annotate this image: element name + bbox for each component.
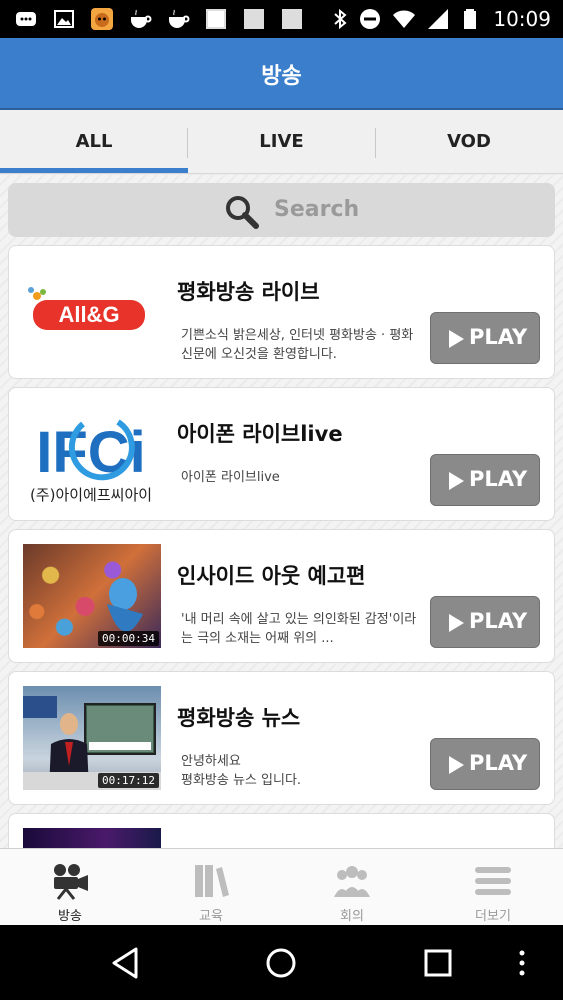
play-icon	[449, 330, 464, 348]
nav-meeting[interactable]: 회의	[282, 849, 422, 926]
app-header: 방송	[0, 38, 563, 110]
bottom-nav: 방송 교육 회의 더보기	[0, 848, 563, 925]
list-item[interactable]: All&G 평화방송 라이브 기쁜소식 밝은세상, 인터넷 평화방송 · 평화신…	[8, 245, 555, 379]
tab-live[interactable]: LIVE	[188, 110, 375, 174]
tab-all[interactable]: ALL	[0, 110, 188, 174]
video-thumbnail	[23, 828, 161, 848]
back-icon[interactable]	[106, 945, 146, 981]
image-notification-icon	[54, 10, 74, 28]
list-item[interactable]	[8, 813, 555, 848]
active-tab-indicator	[0, 168, 188, 173]
play-button[interactable]: PLAY	[430, 312, 540, 364]
battery-icon	[464, 9, 476, 29]
nav-broadcast[interactable]: 방송	[0, 849, 140, 926]
nav-label: 더보기	[475, 909, 511, 924]
image-notification-icon	[244, 9, 264, 29]
nav-education[interactable]: 교육	[141, 849, 281, 926]
play-button-label: PLAY	[469, 325, 528, 349]
video-duration: 00:00:34	[98, 631, 159, 646]
cup-notification-icon	[131, 9, 152, 28]
play-icon	[449, 756, 464, 774]
camera-icon	[54, 864, 88, 900]
video-duration: 00:17:12	[98, 773, 159, 788]
do-not-disturb-icon	[360, 9, 380, 29]
monkey-app-icon	[91, 8, 113, 30]
chat-notification-icon	[16, 12, 36, 26]
play-button[interactable]: PLAY	[430, 738, 540, 790]
signal-icon	[428, 9, 448, 29]
menu-icon	[475, 867, 511, 895]
people-icon	[334, 866, 370, 897]
broadcast-list[interactable]: Search All&G 평화방송 라이브 기쁜소식 밝은세상, 인터넷 평화방…	[0, 175, 563, 848]
system-nav-bar	[0, 925, 563, 1000]
svg-text:All&G: All&G	[58, 302, 119, 327]
recents-icon[interactable]	[418, 945, 458, 981]
image-notification-icon	[206, 9, 226, 29]
tab-bar: ALL LIVE VOD	[0, 110, 563, 174]
cup-notification-icon	[169, 9, 190, 28]
item-title: 인사이드 아웃 예고편	[177, 564, 366, 588]
nav-more[interactable]: 더보기	[423, 849, 563, 926]
status-bar: 10:09	[0, 0, 563, 38]
play-button-label: PLAY	[469, 751, 528, 775]
item-title: 평화방송 뉴스	[177, 706, 301, 730]
video-thumbnail: 00:00:34	[23, 544, 161, 648]
home-icon[interactable]	[261, 945, 301, 981]
list-item[interactable]: 00:17:12 평화방송 뉴스 안녕하세요 평화방송 뉴스 입니다. PLAY	[8, 671, 555, 805]
item-description: '내 머리 속에 살고 있는 의인화된 감정'이라는 극의 소재는 어째 위의 …	[181, 612, 417, 646]
play-icon	[449, 472, 464, 490]
channel-logo: All&G	[23, 260, 161, 364]
tab-vod[interactable]: VOD	[375, 110, 563, 174]
item-description: 아이폰 라이브live	[181, 470, 280, 485]
search-icon	[226, 196, 259, 229]
ifci-logo-icon: IFCi (주)아이에프씨아이	[30, 419, 152, 504]
wifi-icon	[393, 10, 415, 28]
play-icon	[449, 614, 464, 632]
item-description: 안녕하세요 평화방송 뉴스 입니다.	[181, 754, 302, 788]
play-button-label: PLAY	[469, 609, 528, 633]
nav-label: 방송	[58, 909, 82, 924]
search-input[interactable]: Search	[8, 183, 555, 237]
svg-text:(주)아이에프씨아이: (주)아이에프씨아이	[30, 486, 152, 504]
video-thumbnail: 00:17:12	[23, 686, 161, 790]
search-placeholder: Search	[274, 197, 360, 222]
play-button[interactable]: PLAY	[430, 454, 540, 506]
image-notification-icon	[282, 9, 302, 29]
item-title: 평화방송 라이브	[177, 280, 320, 304]
play-button[interactable]: PLAY	[430, 596, 540, 648]
clock: 10:09	[493, 7, 551, 31]
channel-logo: IFCi (주)아이에프씨아이	[23, 402, 161, 506]
allg-logo-icon: All&G	[28, 287, 145, 330]
bluetooth-icon	[334, 8, 347, 30]
list-item[interactable]: 00:00:34 인사이드 아웃 예고편 '내 머리 속에 살고 있는 의인화된…	[8, 529, 555, 663]
overflow-menu-icon[interactable]	[512, 945, 532, 981]
nav-label: 교육	[199, 909, 223, 924]
nav-label: 회의	[340, 909, 364, 924]
list-item[interactable]: IFCi (주)아이에프씨아이 아이폰 라이브live 아이폰 라이브live …	[8, 387, 555, 521]
item-title: 아이폰 라이브live	[177, 422, 343, 446]
item-description: 기쁜소식 밝은세상, 인터넷 평화방송 · 평화신문에 오신것을 환영합니다.	[181, 328, 414, 362]
play-button-label: PLAY	[469, 467, 528, 491]
books-icon	[195, 865, 229, 897]
page-title: 방송	[261, 64, 302, 89]
